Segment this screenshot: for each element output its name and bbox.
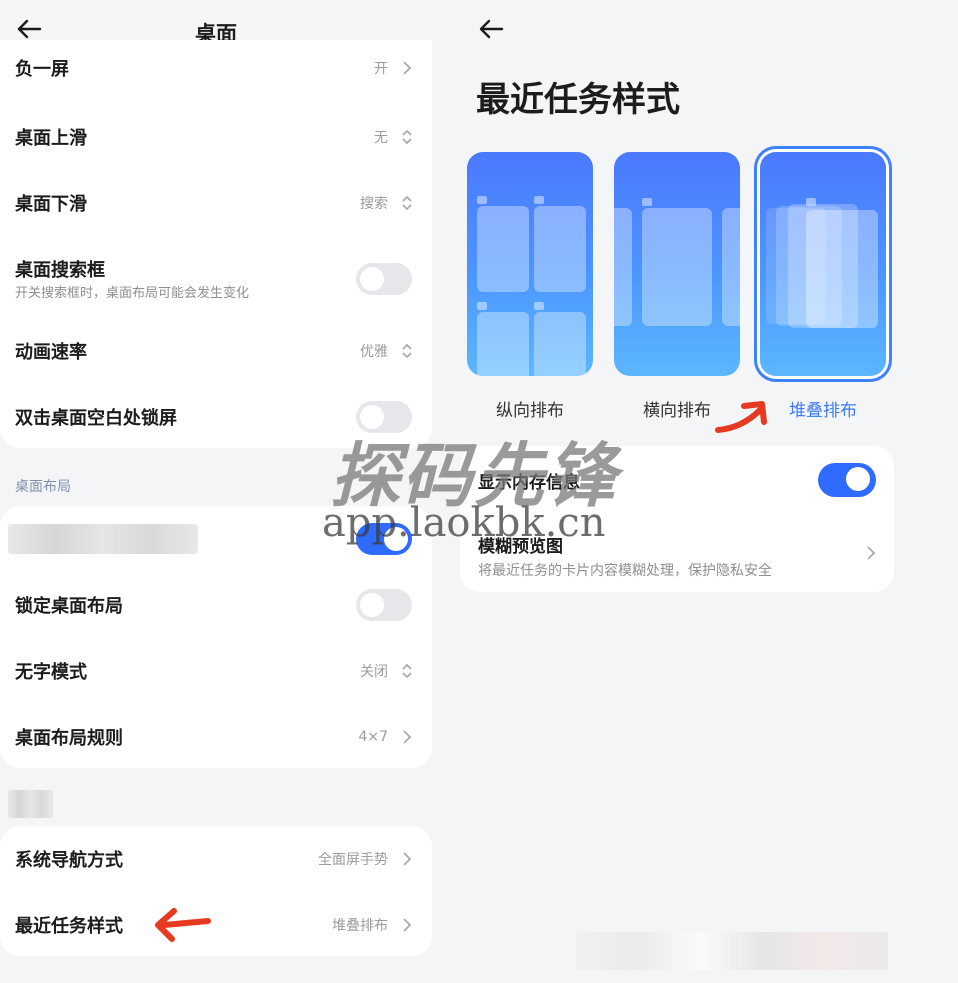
desktop-settings-card: 负一屏 开 桌面上滑 无 桌面下滑 搜索 桌面搜索框 开关搜索框时，桌面布局可能… [0,40,432,448]
red-arrow-icon [155,908,211,942]
blurred-footer [576,932,888,970]
watermark-url: app.laokbk.cn [322,500,606,546]
chevron-right-icon [867,546,876,560]
section-title-desktop-layout: 桌面布局 [15,479,71,495]
row-label: 系统导航方式 [15,850,123,871]
task-card-thumb [477,312,529,376]
row-label: 负一屏 [15,59,69,80]
row-lock-layout: 锁定桌面布局 [0,572,432,638]
row-value: 全面屏手势 [318,852,388,868]
row-value: 堆叠排布 [332,918,388,934]
row-label: 桌面上滑 [15,128,87,149]
row-layout-rules[interactable]: 桌面布局规则 4×7 [0,704,432,770]
style-label-stacked[interactable]: 堆叠排布 [760,396,886,421]
updown-chevron-icon [402,195,412,211]
page-title: 最近任务样式 [476,80,680,120]
row-subtitle: 开关搜索框时，桌面布局可能会发生变化 [15,286,250,301]
row-value: 搜索 [360,196,388,212]
red-arrow-icon [715,401,767,433]
app-icon-placeholder [477,302,487,310]
app-icon-placeholder [642,198,652,206]
chevron-right-icon [403,852,412,866]
app-icon-placeholder [534,196,544,204]
lock-layout-toggle[interactable] [356,589,412,621]
row-recent-tasks-style[interactable]: 最近任务样式 堆叠排布 [0,892,432,958]
task-card-thumb [722,208,740,326]
updown-chevron-icon [402,663,412,679]
updown-chevron-icon [402,129,412,145]
row-label: 无字模式 [15,662,87,683]
app-icon-placeholder [806,198,816,206]
row-label: 桌面布局规则 [15,728,123,749]
row-swipe-up[interactable]: 桌面上滑 无 [0,104,432,170]
row-label: 双击桌面空白处锁屏 [15,408,177,429]
blurred-label [8,524,198,554]
row-animation-speed[interactable]: 动画速率 优雅 [0,318,432,384]
row-value: 无 [374,130,388,146]
back-arrow-icon[interactable] [476,14,506,44]
chevron-right-icon [403,730,412,744]
task-card-thumb [642,208,712,326]
chevron-right-icon [403,918,412,932]
row-no-text-mode[interactable]: 无字模式 关闭 [0,638,432,704]
search-box-toggle[interactable] [356,263,412,295]
app-icon-placeholder [534,302,544,310]
row-label: 锁定桌面布局 [15,596,123,617]
row-label: 最近任务样式 [15,916,123,937]
row-search-box: 桌面搜索框 开关搜索框时，桌面布局可能会发生变化 [0,244,432,314]
preview-horizontal-layout[interactable] [614,152,740,376]
task-card-thumb [806,210,878,328]
updown-chevron-icon [402,343,412,359]
task-card-thumb [534,206,586,292]
system-card: 系统导航方式 全面屏手势 最近任务样式 堆叠排布 [0,826,432,956]
row-value: 优雅 [360,344,388,360]
preview-stacked-layout[interactable] [760,152,886,376]
chevron-right-icon [403,61,412,75]
row-label: 动画速率 [15,342,87,363]
style-label-vertical[interactable]: 纵向排布 [467,396,593,421]
blurred-section-title [8,790,53,818]
row-subtitle: 将最近任务的卡片内容模糊处理，保护隐私安全 [478,563,772,579]
row-value: 关闭 [360,664,388,680]
app-icon-placeholder [477,196,487,204]
row-value: 4×7 [358,729,388,745]
row-navigation-mode[interactable]: 系统导航方式 全面屏手势 [0,826,432,892]
row-value: 开 [374,61,388,77]
task-card-thumb [534,312,586,376]
row-swipe-down[interactable]: 桌面下滑 搜索 [0,170,432,236]
row-label: 桌面搜索框 [15,260,105,281]
row-label: 桌面下滑 [15,194,87,215]
task-card-thumb [614,208,632,326]
task-card-thumb [477,206,529,292]
row-minus-one-screen[interactable]: 负一屏 开 [0,38,432,98]
show-memory-toggle[interactable] [818,463,876,497]
preview-vertical-layout[interactable] [467,152,593,376]
